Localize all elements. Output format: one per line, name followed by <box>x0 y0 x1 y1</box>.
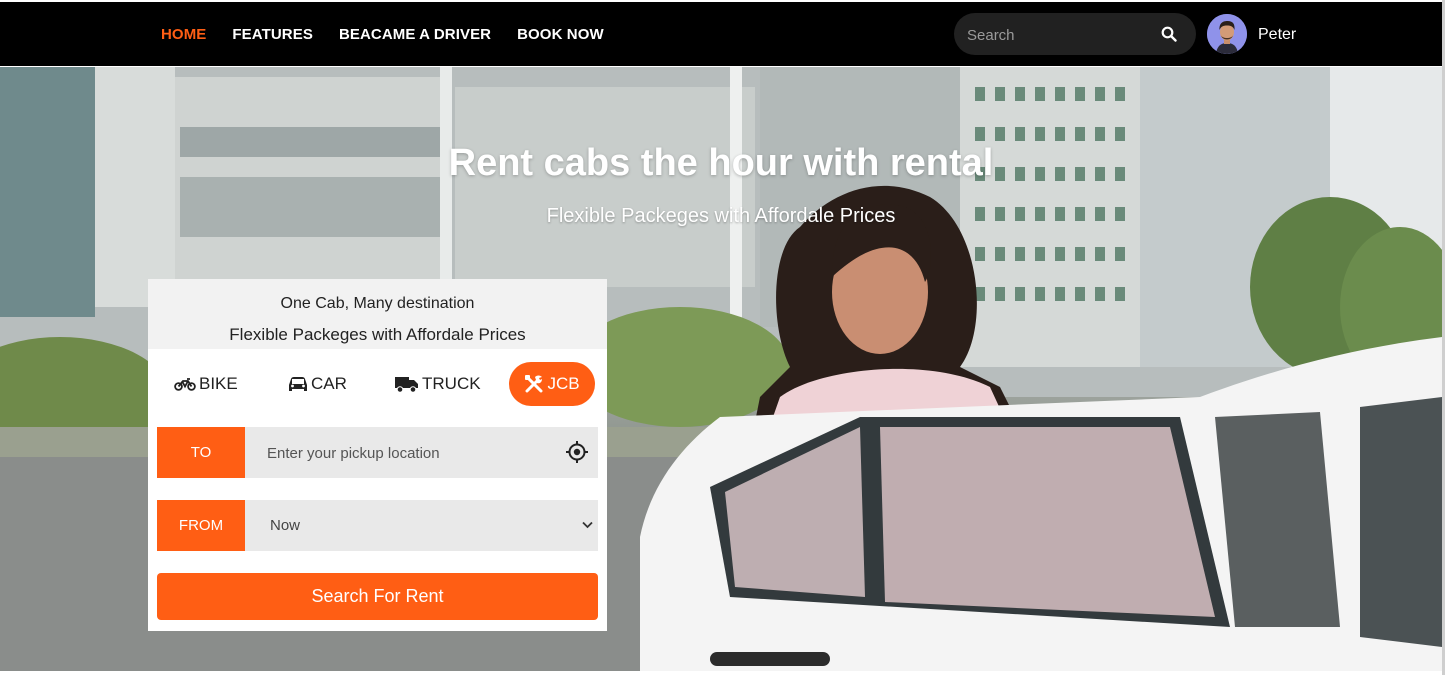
vehicle-tab-label: TRUCK <box>422 374 481 393</box>
nav-book-now-link[interactable]: BOOK NOW <box>517 26 604 43</box>
to-label: TO <box>157 427 245 478</box>
nav-become-driver-link[interactable]: BEACAME A DRIVER <box>339 26 491 43</box>
hero-subtitle: Flexible Packeges with Affordale Prices <box>546 205 896 227</box>
vehicle-tab-car[interactable]: CAR <box>288 362 347 406</box>
motorcycle-icon <box>174 378 196 391</box>
nav-home-link[interactable]: HOME <box>161 26 206 43</box>
search-box <box>954 13 1196 55</box>
search-input[interactable] <box>965 23 1149 47</box>
truck-icon <box>395 376 418 393</box>
crosshair-icon[interactable] <box>565 440 589 464</box>
vehicle-tab-truck[interactable]: TRUCK <box>395 362 481 406</box>
main-nav: HOME FEATURES BEACAME A DRIVER BOOK NOW <box>161 2 630 66</box>
booking-subheading: Flexible Packeges with Affordale Prices <box>229 325 526 344</box>
vehicle-tab-bike[interactable]: BIKE <box>174 362 238 406</box>
booking-panel-header: One Cab, Many destination Flexible Packe… <box>148 279 607 349</box>
from-select-value[interactable]: Now <box>270 517 300 534</box>
vehicle-tab-jcb[interactable]: JCB <box>509 362 595 406</box>
tools-icon <box>525 375 543 393</box>
vehicle-tab-label: BIKE <box>199 374 238 393</box>
nav-features-link[interactable]: FEATURES <box>232 26 313 43</box>
pickup-location-input[interactable] <box>265 441 549 465</box>
booking-panel: One Cab, Many destination Flexible Packe… <box>148 279 607 631</box>
from-label: FROM <box>157 500 245 551</box>
to-location-row: TO <box>157 427 598 478</box>
search-for-rent-button[interactable]: Search For Rent <box>157 573 598 620</box>
booking-heading: One Cab, Many destination <box>280 295 475 312</box>
top-navbar: HOME FEATURES BEACAME A DRIVER BOOK NOW … <box>0 2 1442 66</box>
chevron-down-icon[interactable] <box>582 521 593 529</box>
vehicle-tab-label: JCB <box>547 374 580 393</box>
search-icon[interactable] <box>1161 26 1177 42</box>
hero-title: Rent cabs the hour with rental <box>448 142 994 184</box>
from-time-row[interactable]: FROM Now <box>157 500 598 551</box>
user-avatar[interactable] <box>1207 14 1247 54</box>
vehicle-tab-label: CAR <box>311 374 347 393</box>
car-icon <box>289 376 307 391</box>
user-name[interactable]: Peter <box>1258 26 1296 44</box>
